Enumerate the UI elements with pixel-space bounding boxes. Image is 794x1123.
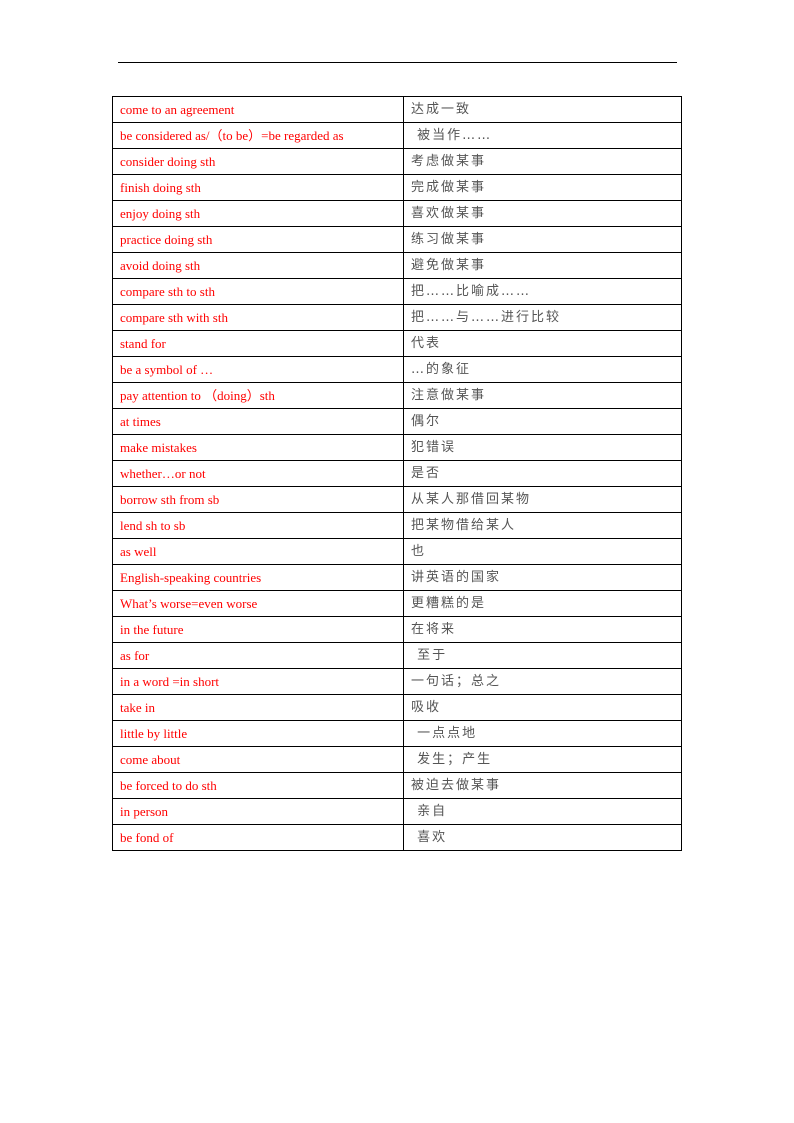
table-row: borrow sth from sb 从某人那借回某物 [112,486,682,513]
english-phrase: be a symbol of … [112,356,404,383]
vocabulary-table: come to an agreement 达成一致 be considered as… [112,96,682,851]
chinese-meaning: 是否 [403,460,682,487]
chinese-meaning: 偶尔 [403,408,682,435]
table-row: at times 偶尔 [112,408,682,435]
chinese-meaning: 把……比喻成…… [403,278,682,305]
english-phrase: compare sth with sth [112,304,404,331]
chinese-meaning: 被当作…… [403,122,682,149]
english-phrase: be fond of [112,824,404,851]
chinese-meaning: …的象征 [403,356,682,383]
table-row: be considered as/（to be）=be regarded as … [112,122,682,149]
chinese-meaning: 代表 [403,330,682,357]
table-row: pay attention to （doing）sth 注意做某事 [112,382,682,409]
english-phrase: consider doing sth [112,148,404,175]
english-phrase: in person [112,798,404,825]
chinese-meaning: 注意做某事 [403,382,682,409]
table-row: come about 发生；产生 [112,746,682,773]
table-row: be forced to do sth 被迫去做某事 [112,772,682,799]
english-phrase: come about [112,746,404,773]
english-phrase: as for [112,642,404,669]
chinese-meaning: 喜欢 [403,824,682,851]
chinese-meaning: 发生；产生 [403,746,682,773]
chinese-meaning: 被迫去做某事 [403,772,682,799]
english-phrase: whether…or not [112,460,404,487]
header-rule [118,62,677,63]
english-phrase: enjoy doing sth [112,200,404,227]
chinese-meaning: 亲自 [403,798,682,825]
chinese-meaning: 讲英语的国家 [403,564,682,591]
english-phrase: avoid doing sth [112,252,404,279]
table-row: in a word =in short 一句话；总之 [112,668,682,695]
english-phrase: borrow sth from sb [112,486,404,513]
chinese-meaning: 一点点地 [403,720,682,747]
table-row: practice doing sth 练习做某事 [112,226,682,253]
vocabulary-table-body: come to an agreement 达成一致 be considered as… [112,96,682,851]
english-phrase: English-speaking countries [112,564,404,591]
english-phrase: in a word =in short [112,668,404,695]
table-row: What’s worse=even worse 更糟糕的是 [112,590,682,617]
english-phrase: finish doing sth [112,174,404,201]
table-row: as well 也 [112,538,682,565]
table-row: in person 亲自 [112,798,682,825]
table-row: be fond of 喜欢 [112,824,682,851]
chinese-meaning: 完成做某事 [403,174,682,201]
english-phrase: compare sth to sth [112,278,404,305]
english-phrase: in the future [112,616,404,643]
table-row: whether…or not 是否 [112,460,682,487]
table-row: as for 至于 [112,642,682,669]
table-row: take in 吸收 [112,694,682,721]
english-phrase: pay attention to （doing）sth [112,382,404,409]
english-phrase: take in [112,694,404,721]
english-phrase: lend sh to sb [112,512,404,539]
chinese-meaning: 也 [403,538,682,565]
chinese-meaning: 一句话；总之 [403,668,682,695]
table-row: stand for 代表 [112,330,682,357]
english-phrase: be forced to do sth [112,772,404,799]
table-row: English-speaking countries 讲英语的国家 [112,564,682,591]
chinese-meaning: 把……与……进行比较 [403,304,682,331]
chinese-meaning: 犯错误 [403,434,682,461]
chinese-meaning: 达成一致 [403,96,682,123]
english-phrase: What’s worse=even worse [112,590,404,617]
table-row: little by little 一点点地 [112,720,682,747]
table-row: finish doing sth 完成做某事 [112,174,682,201]
chinese-meaning: 在将来 [403,616,682,643]
table-row: enjoy doing sth 喜欢做某事 [112,200,682,227]
table-row: compare sth with sth 把……与……进行比较 [112,304,682,331]
chinese-meaning: 吸收 [403,694,682,721]
chinese-meaning: 从某人那借回某物 [403,486,682,513]
chinese-meaning: 避免做某事 [403,252,682,279]
chinese-meaning: 更糟糕的是 [403,590,682,617]
table-row: come to an agreement 达成一致 [112,96,682,123]
table-row: lend sh to sb 把某物借给某人 [112,512,682,539]
table-row: make mistakes 犯错误 [112,434,682,461]
table-row: be a symbol of … …的象征 [112,356,682,383]
chinese-meaning: 把某物借给某人 [403,512,682,539]
english-phrase: as well [112,538,404,565]
chinese-meaning: 练习做某事 [403,226,682,253]
english-phrase: be considered as/（to be）=be regarded as [112,122,404,149]
english-phrase: make mistakes [112,434,404,461]
table-row: in the future 在将来 [112,616,682,643]
chinese-meaning: 考虑做某事 [403,148,682,175]
table-row: consider doing sth 考虑做某事 [112,148,682,175]
chinese-meaning: 喜欢做某事 [403,200,682,227]
english-phrase: little by little [112,720,404,747]
table-row: avoid doing sth 避免做某事 [112,252,682,279]
english-phrase: practice doing sth [112,226,404,253]
table-row: compare sth to sth 把……比喻成…… [112,278,682,305]
english-phrase: come to an agreement [112,96,404,123]
chinese-meaning: 至于 [403,642,682,669]
english-phrase: at times [112,408,404,435]
english-phrase: stand for [112,330,404,357]
